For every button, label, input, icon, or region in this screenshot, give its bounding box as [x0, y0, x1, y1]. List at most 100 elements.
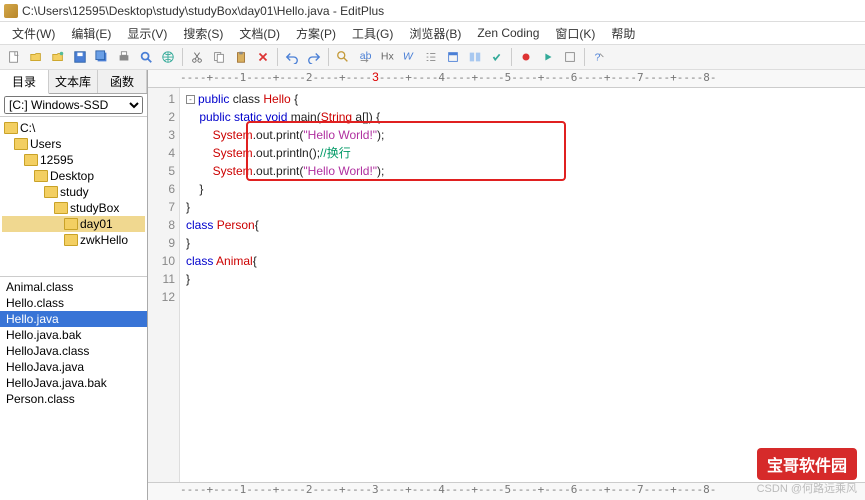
svg-text:?: ? — [595, 52, 601, 64]
redo-icon[interactable] — [304, 47, 324, 67]
csdn-watermark: CSDN @何路远乘风 — [757, 480, 857, 496]
svg-text:Hx: Hx — [381, 51, 394, 63]
open-icon[interactable] — [26, 47, 46, 67]
tree-node[interactable]: C:\ — [2, 120, 145, 136]
paste-icon[interactable] — [231, 47, 251, 67]
tree-label: 12595 — [40, 153, 73, 167]
sidebar-tabs: 目录 文本库 函数 — [0, 70, 147, 94]
menu-window[interactable]: 窗口(K) — [549, 23, 601, 44]
tree-node[interactable]: Desktop — [2, 168, 145, 184]
save-all-icon[interactable] — [92, 47, 112, 67]
file-item[interactable]: HelloJava.java — [0, 359, 147, 375]
linenum-icon[interactable] — [421, 47, 441, 67]
menu-doc[interactable]: 文档(D) — [233, 23, 286, 44]
replace-icon[interactable]: ab — [355, 47, 375, 67]
folder-tree[interactable]: C:\ Users 12595 Desktop study studyBox day01 zw… — [0, 117, 147, 277]
menu-help[interactable]: 帮助 — [605, 23, 641, 44]
toolbar-sep — [277, 48, 278, 66]
fullscreen-icon[interactable] — [443, 47, 463, 67]
toolbar-sep — [584, 48, 585, 66]
folder-icon — [44, 186, 58, 198]
print-icon[interactable] — [114, 47, 134, 67]
tree-label: Users — [30, 137, 61, 151]
folder-icon — [24, 154, 38, 166]
file-list[interactable]: Animal.classHello.classHello.javaHello.j… — [0, 277, 147, 500]
file-item[interactable]: HelloJava.java.bak — [0, 375, 147, 391]
fold-icon[interactable]: - — [186, 95, 195, 104]
tree-node[interactable]: day01 — [2, 216, 145, 232]
code-content[interactable]: -public class Hello { public static void… — [180, 88, 384, 482]
record-icon[interactable] — [516, 47, 536, 67]
folder-icon — [64, 234, 78, 246]
sidebar: 目录 文本库 函数 [C:] Windows-SSD C:\ Users 12595… — [0, 70, 148, 500]
menu-file[interactable]: 文件(W) — [6, 23, 61, 44]
open-remote-icon[interactable] — [48, 47, 68, 67]
save-icon[interactable] — [70, 47, 90, 67]
svg-text:W: W — [403, 51, 414, 63]
browser-icon[interactable] — [158, 47, 178, 67]
tree-node[interactable]: studyBox — [2, 200, 145, 216]
toolbar-sep — [328, 48, 329, 66]
window-title: C:\Users\12595\Desktop\study\studyBox\da… — [22, 4, 384, 18]
ruler-top: ----+----1----+----2----+----3----+----4… — [148, 70, 865, 88]
file-item[interactable]: Animal.class — [0, 279, 147, 295]
file-item[interactable]: Hello.java — [0, 311, 147, 327]
menu-scheme[interactable]: 方案(P) — [290, 23, 342, 44]
tree-node[interactable]: zwkHello — [2, 232, 145, 248]
toolbar-sep — [182, 48, 183, 66]
tab-textlib[interactable]: 文本库 — [49, 70, 98, 93]
file-item[interactable]: Person.class — [0, 391, 147, 407]
wordwrap-icon[interactable]: W — [399, 47, 419, 67]
app-icon — [4, 4, 18, 18]
menu-browser[interactable]: 浏览器(B) — [403, 23, 467, 44]
hex-icon[interactable]: Hx — [377, 47, 397, 67]
tree-node[interactable]: Users — [2, 136, 145, 152]
delete-icon[interactable] — [253, 47, 273, 67]
tree-label: C:\ — [20, 121, 35, 135]
menu-bar: 文件(W) 编辑(E) 显示(V) 搜索(S) 文档(D) 方案(P) 工具(G… — [0, 22, 865, 44]
cut-icon[interactable] — [187, 47, 207, 67]
menu-edit[interactable]: 编辑(E) — [65, 23, 117, 44]
new-file-icon[interactable] — [4, 47, 24, 67]
copy-icon[interactable] — [209, 47, 229, 67]
svg-text:ab: ab — [360, 50, 372, 62]
tree-node[interactable]: study — [2, 184, 145, 200]
menu-tools[interactable]: 工具(G) — [346, 23, 399, 44]
macro-icon[interactable] — [560, 47, 580, 67]
columns-icon[interactable] — [465, 47, 485, 67]
code-editor[interactable]: 123456789101112 -public class Hello { pu… — [148, 88, 865, 482]
title-bar: C:\Users\12595\Desktop\study\studyBox\da… — [0, 0, 865, 22]
tree-label: zwkHello — [80, 233, 128, 247]
tree-label: study — [60, 185, 89, 199]
undo-icon[interactable] — [282, 47, 302, 67]
tab-directory[interactable]: 目录 — [0, 70, 49, 94]
spell-icon[interactable] — [487, 47, 507, 67]
tree-label: day01 — [80, 217, 113, 231]
folder-icon — [64, 218, 78, 230]
tree-label: Desktop — [50, 169, 94, 183]
drive-dropdown[interactable]: [C:] Windows-SSD — [4, 96, 143, 114]
toolbar-sep — [511, 48, 512, 66]
play-icon[interactable] — [538, 47, 558, 67]
folder-icon — [34, 170, 48, 182]
file-item[interactable]: HelloJava.class — [0, 343, 147, 359]
help-icon[interactable]: ? — [589, 47, 609, 67]
menu-view[interactable]: 显示(V) — [121, 23, 173, 44]
file-item[interactable]: Hello.java.bak — [0, 327, 147, 343]
folder-icon — [54, 202, 68, 214]
folder-icon — [14, 138, 28, 150]
drive-selector[interactable]: [C:] Windows-SSD — [0, 94, 147, 117]
watermark-badge: 宝哥软件园 — [757, 448, 857, 480]
tree-node[interactable]: 12595 — [2, 152, 145, 168]
toolbar: ab Hx W ? — [0, 44, 865, 70]
menu-zen[interactable]: Zen Coding — [471, 24, 545, 42]
preview-icon[interactable] — [136, 47, 156, 67]
menu-search[interactable]: 搜索(S) — [177, 23, 229, 44]
tab-function[interactable]: 函数 — [98, 70, 147, 93]
file-item[interactable]: Hello.class — [0, 295, 147, 311]
folder-icon — [4, 122, 18, 134]
find-icon[interactable] — [333, 47, 353, 67]
line-gutter: 123456789101112 — [148, 88, 180, 482]
tree-label: studyBox — [70, 201, 119, 215]
editor-area: ----+----1----+----2----+----3----+----4… — [148, 70, 865, 500]
